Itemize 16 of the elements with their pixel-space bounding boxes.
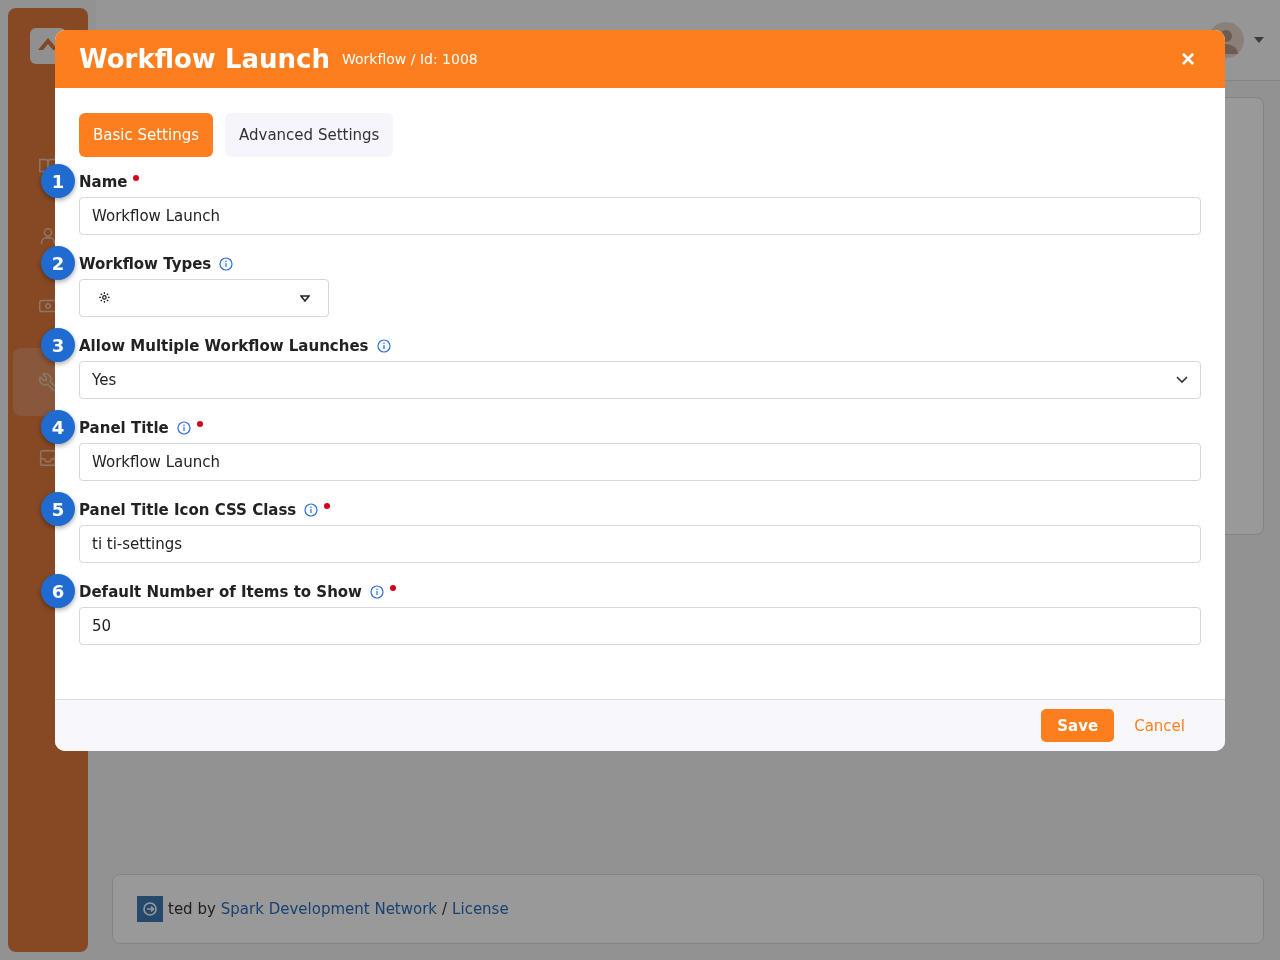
- field-label: Panel Title: [79, 419, 169, 437]
- field-label: Allow Multiple Workflow Launches: [79, 337, 369, 355]
- step-marker: 2: [41, 246, 75, 280]
- step-marker: 3: [41, 328, 75, 362]
- field-label: Name: [79, 173, 128, 191]
- step-marker: 1: [41, 164, 75, 198]
- step-marker: 4: [41, 410, 75, 444]
- step-marker: 5: [41, 492, 75, 526]
- field-label: Default Number of Items to Show: [79, 583, 362, 601]
- step-marker: 6: [41, 574, 75, 608]
- footer-text: ted by: [168, 900, 216, 918]
- field-label: Workflow Types: [79, 255, 212, 273]
- field-label: Panel Title Icon CSS Class: [79, 501, 297, 519]
- footer-separator: /: [442, 900, 448, 918]
- modal-subtitle: Workflow / Id: 1008: [342, 51, 478, 67]
- modal-title: Workflow Launch: [79, 44, 330, 74]
